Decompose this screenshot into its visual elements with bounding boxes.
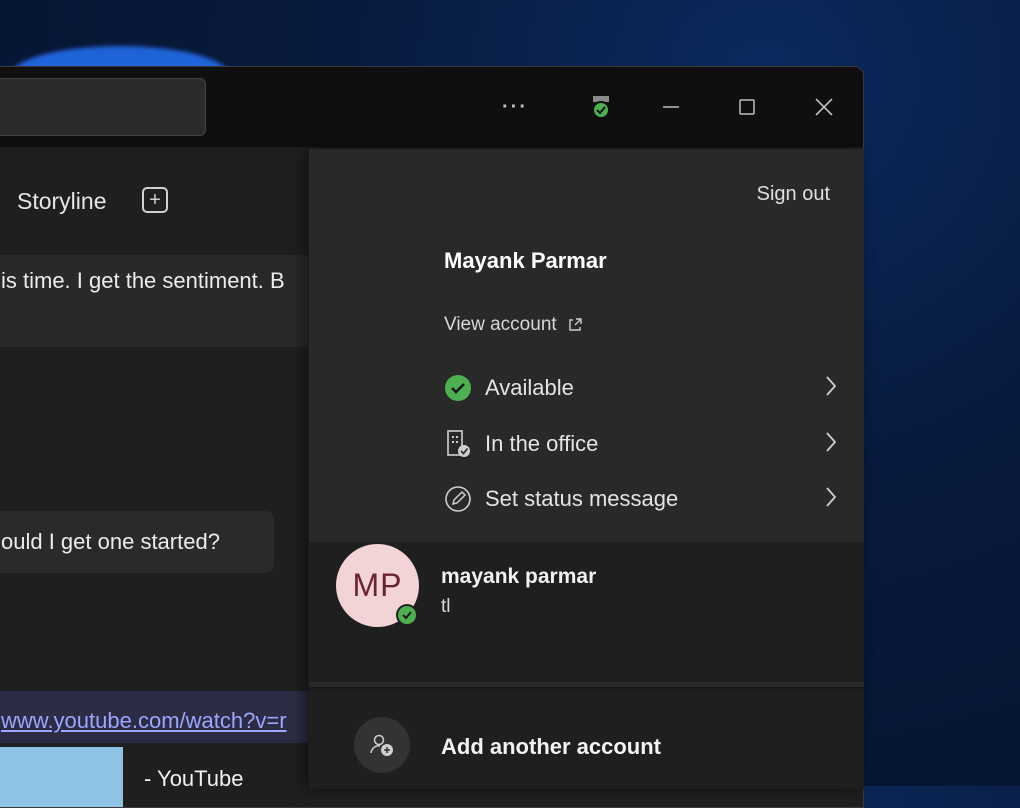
title-bar: ··· xyxy=(0,67,863,147)
presence-badge xyxy=(396,604,418,626)
chevron-right-icon xyxy=(826,487,837,507)
account-subtitle: tl xyxy=(441,596,451,617)
add-account-label: Add another account xyxy=(441,734,662,759)
profile-presence-button[interactable] xyxy=(581,89,621,125)
close-icon xyxy=(815,98,833,116)
sign-out-link[interactable]: Sign out xyxy=(757,183,830,206)
maximize-button[interactable] xyxy=(727,89,767,125)
add-tab-button[interactable]: + xyxy=(142,187,168,213)
available-check-icon xyxy=(398,606,416,624)
tab-storyline[interactable]: Storyline xyxy=(17,188,106,215)
minimize-icon xyxy=(663,106,679,108)
status-available-label: Available xyxy=(485,375,574,400)
chevron-right-icon xyxy=(826,432,837,452)
available-check-icon xyxy=(443,373,473,403)
edit-status-icon xyxy=(443,484,473,514)
link-preview-title: - YouTube xyxy=(144,766,244,791)
view-account-link[interactable]: View account xyxy=(444,314,583,336)
building-icon xyxy=(443,429,473,459)
search-input[interactable] xyxy=(0,78,206,136)
shield-icon xyxy=(592,96,610,119)
minimize-button[interactable] xyxy=(651,89,691,125)
maximize-icon xyxy=(739,99,755,115)
account-flyout: Sign out Mayank Parmar View account Avai… xyxy=(308,149,864,789)
view-account-label: View account xyxy=(444,314,557,335)
external-link-icon xyxy=(568,318,582,331)
youtube-link[interactable]: www.youtube.com/watch?v=r xyxy=(1,708,287,734)
chevron-right-icon xyxy=(826,376,837,396)
add-account-icon xyxy=(354,717,410,773)
display-name: Mayank Parmar xyxy=(444,248,607,273)
work-location-item[interactable]: In the office xyxy=(443,422,838,466)
set-status-message-item[interactable]: Set status message xyxy=(443,477,838,521)
plus-icon: + xyxy=(149,189,161,211)
more-options-button[interactable]: ··· xyxy=(495,89,535,125)
account-name: mayank parmar xyxy=(441,565,597,588)
work-location-label: In the office xyxy=(485,431,599,456)
chat-message-text: is time. I get the sentiment. B xyxy=(1,268,285,293)
set-status-message-label: Set status message xyxy=(485,486,679,511)
status-available-item[interactable]: Available xyxy=(443,366,838,410)
video-thumbnail[interactable] xyxy=(0,747,123,807)
chat-message-text: ould I get one started? xyxy=(1,529,220,554)
close-button[interactable] xyxy=(804,89,844,125)
